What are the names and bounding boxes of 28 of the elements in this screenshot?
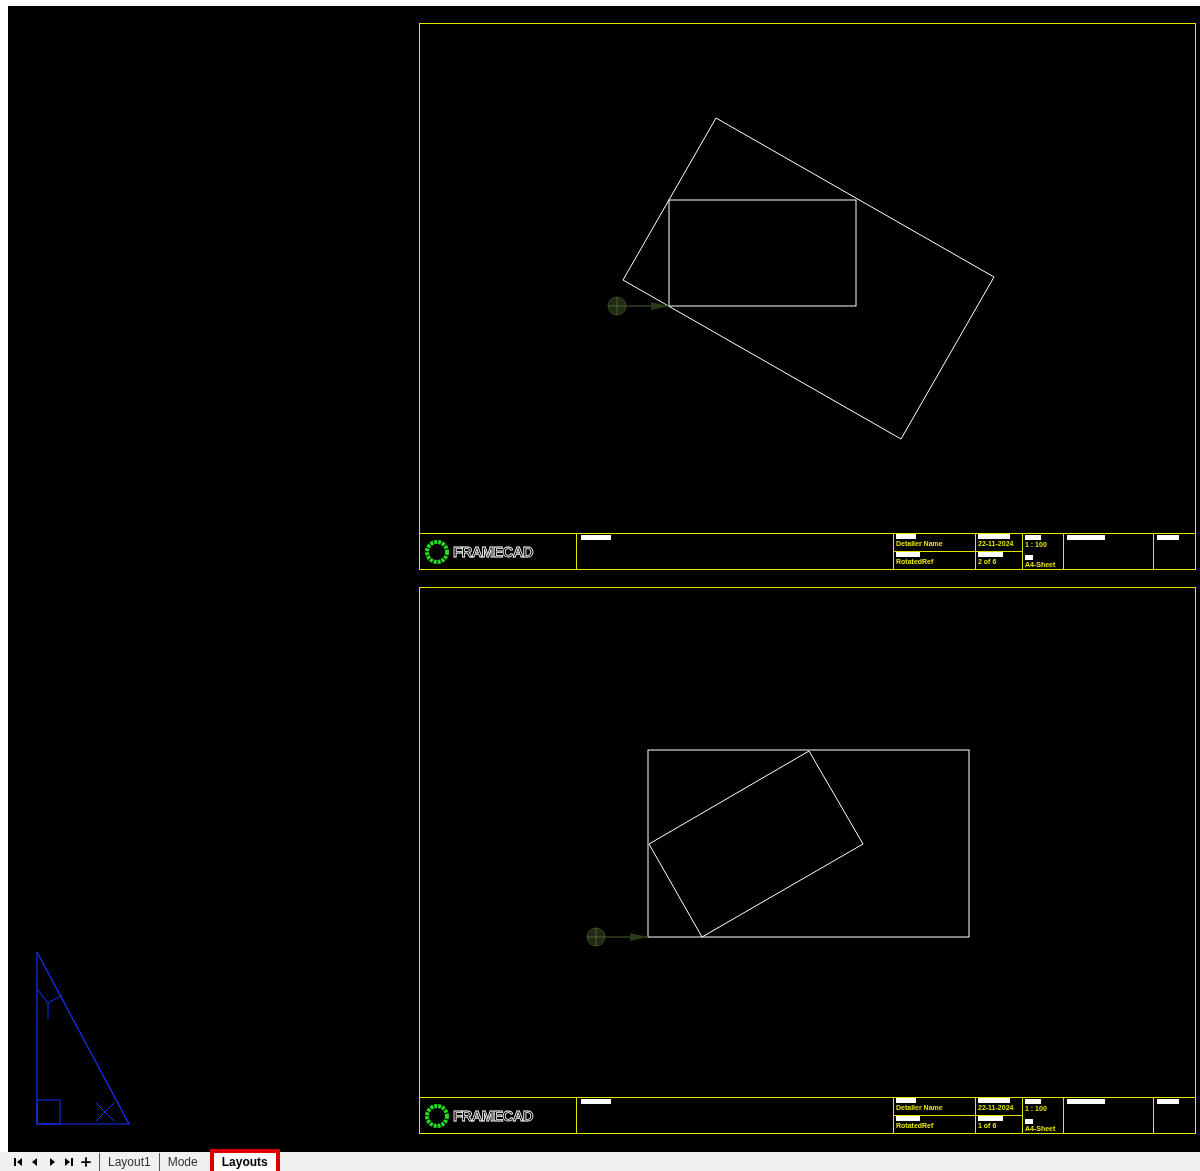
blank-label-bar xyxy=(1025,535,1041,540)
blank-label-bar xyxy=(1067,1099,1105,1104)
logo-text: FRAMECAD xyxy=(453,1108,533,1123)
ring-logo-icon xyxy=(423,1101,451,1130)
layout-tab[interactable]: Mode xyxy=(158,1152,206,1171)
blank-label-bar xyxy=(1157,535,1179,540)
blank-label-bar xyxy=(1067,535,1105,540)
crosshair-arrow-icon xyxy=(586,927,648,947)
blank-label-bar xyxy=(978,552,1003,557)
layout-tab[interactable]: Layout1 xyxy=(99,1152,159,1171)
ring-logo-icon xyxy=(423,537,451,566)
logo-text: FRAMECAD xyxy=(453,544,533,559)
blank-label-bar xyxy=(581,535,611,540)
blank-label-bar xyxy=(978,1098,1010,1103)
blank-label-bar xyxy=(1157,1099,1179,1104)
blank-label-bar xyxy=(978,1116,1003,1121)
blank-label-bar xyxy=(1025,1119,1033,1124)
blank-label-bar xyxy=(1025,1099,1041,1104)
blank-label-bar xyxy=(978,534,1010,539)
blank-label-bar xyxy=(581,1099,611,1104)
blank-label-bar xyxy=(896,1116,920,1121)
blank-label-bar xyxy=(896,1098,916,1103)
ucs-triangle-icon xyxy=(36,951,130,1125)
blank-label-bar xyxy=(896,534,916,539)
blank-label-bar xyxy=(1025,555,1033,560)
blank-label-bar xyxy=(896,552,920,557)
add-tab-icon[interactable] xyxy=(78,1154,94,1169)
crosshair-arrow-icon xyxy=(607,296,669,316)
